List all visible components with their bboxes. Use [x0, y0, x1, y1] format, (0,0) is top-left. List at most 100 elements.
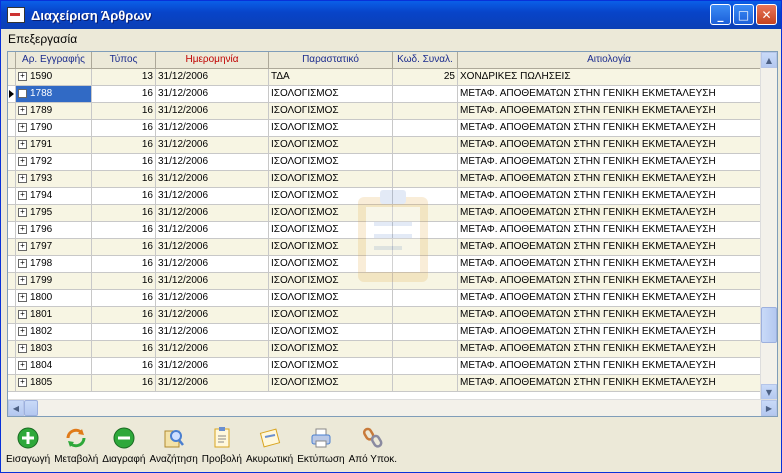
cell-description[interactable]: ΜΕΤΑΦ. ΑΠΟΘΕΜΑΤΩΝ ΣΤΗΝ ΓΕΝΙΚΗ ΕΚΜΕΤΑΛΕΥΣ… — [458, 103, 761, 120]
cell-id[interactable]: +1805 — [16, 375, 92, 392]
title-bar[interactable]: Διαχείριση Άρθρων _ □ ✕ — [1, 1, 781, 29]
cell-code[interactable] — [393, 154, 458, 171]
cell-description[interactable]: ΜΕΤΑΦ. ΑΠΟΘΕΜΑΤΩΝ ΣΤΗΝ ΓΕΝΙΚΗ ΕΚΜΕΤΑΛΕΥΣ… — [458, 256, 761, 273]
cell-description[interactable]: ΜΕΤΑΦ. ΑΠΟΘΕΜΑΤΩΝ ΣΤΗΝ ΓΕΝΙΚΗ ΕΚΜΕΤΑΛΕΥΣ… — [458, 341, 761, 358]
expand-icon[interactable]: + — [18, 88, 27, 98]
cell-date[interactable]: 31/12/2006 — [156, 341, 269, 358]
cell-code[interactable] — [393, 120, 458, 137]
cell-document[interactable]: ΙΣΟΛΟΓΙΣΜΟΣ — [269, 154, 393, 171]
cell-document[interactable]: ΙΣΟΛΟΓΙΣΜΟΣ — [269, 358, 393, 375]
cell-code[interactable] — [393, 86, 458, 103]
cell-type[interactable]: 16 — [92, 205, 156, 222]
cell-description[interactable]: ΜΕΤΑΦ. ΑΠΟΘΕΜΑΤΩΝ ΣΤΗΝ ΓΕΝΙΚΗ ΕΚΜΕΤΑΛΕΥΣ… — [458, 307, 761, 324]
cell-id[interactable]: +1789 — [16, 103, 92, 120]
cell-code[interactable]: 25 — [393, 69, 458, 86]
table-row[interactable]: +1790 16 31/12/2006 ΙΣΟΛΟΓΙΣΜΟΣ ΜΕΤΑΦ. ΑΠΟΘΕ… — [8, 120, 761, 137]
expand-icon[interactable]: + — [18, 122, 27, 132]
scroll-down-icon[interactable]: ▼ — [761, 384, 777, 400]
cell-code[interactable] — [393, 307, 458, 324]
table-row[interactable]: +1590 13 31/12/2006 ΤΔΑ 25 ΧΟΝΔΡΙΚΕΣ ΠΩΛΗΣΕΙΣ — [8, 69, 761, 86]
column-header-id[interactable]: Αρ. Εγγραφής — [16, 52, 92, 68]
scroll-left-icon[interactable]: ◀ — [8, 400, 24, 416]
cell-type[interactable]: 16 — [92, 273, 156, 290]
cell-document[interactable]: ΤΔΑ — [269, 69, 393, 86]
table-row[interactable]: +1804 16 31/12/2006 ΙΣΟΛΟΓΙΣΜΟΣ ΜΕΤΑΦ. ΑΠΟΘΕ… — [8, 358, 761, 375]
table-row[interactable]: +1802 16 31/12/2006 ΙΣΟΛΟΓΙΣΜΟΣ ΜΕΤΑΦ. ΑΠΟΘΕ… — [8, 324, 761, 341]
cell-document[interactable]: ΙΣΟΛΟΓΙΣΜΟΣ — [269, 86, 393, 103]
expand-icon[interactable]: + — [18, 326, 27, 336]
cell-description[interactable]: ΜΕΤΑΦ. ΑΠΟΘΕΜΑΤΩΝ ΣΤΗΝ ΓΕΝΙΚΗ ΕΚΜΕΤΑΛΕΥΣ… — [458, 86, 761, 103]
expand-icon[interactable]: + — [18, 241, 27, 251]
column-header-document[interactable]: Παραστατικό — [269, 52, 393, 68]
toolbar-button-link[interactable]: Από Υποκ. — [349, 421, 397, 471]
cell-date[interactable]: 31/12/2006 — [156, 188, 269, 205]
cell-date[interactable]: 31/12/2006 — [156, 273, 269, 290]
cell-type[interactable]: 16 — [92, 375, 156, 392]
toolbar-button-refresh[interactable]: Μεταβολή — [54, 421, 98, 471]
cell-date[interactable]: 31/12/2006 — [156, 154, 269, 171]
cell-description[interactable]: ΜΕΤΑΦ. ΑΠΟΘΕΜΑΤΩΝ ΣΤΗΝ ΓΕΝΙΚΗ ΕΚΜΕΤΑΛΕΥΣ… — [458, 273, 761, 290]
close-button[interactable]: ✕ — [756, 4, 777, 25]
cell-type[interactable]: 16 — [92, 222, 156, 239]
cell-type[interactable]: 16 — [92, 256, 156, 273]
cell-date[interactable]: 31/12/2006 — [156, 222, 269, 239]
cell-type[interactable]: 16 — [92, 290, 156, 307]
vertical-scroll-thumb[interactable] — [761, 307, 777, 343]
cell-date[interactable]: 31/12/2006 — [156, 375, 269, 392]
expand-icon[interactable]: + — [18, 173, 27, 183]
expand-icon[interactable]: + — [18, 343, 27, 353]
cell-code[interactable] — [393, 290, 458, 307]
table-row[interactable]: +1800 16 31/12/2006 ΙΣΟΛΟΓΙΣΜΟΣ ΜΕΤΑΦ. ΑΠΟΘΕ… — [8, 290, 761, 307]
cell-description[interactable]: ΜΕΤΑΦ. ΑΠΟΘΕΜΑΤΩΝ ΣΤΗΝ ΓΕΝΙΚΗ ΕΚΜΕΤΑΛΕΥΣ… — [458, 154, 761, 171]
cell-date[interactable]: 31/12/2006 — [156, 86, 269, 103]
cell-document[interactable]: ΙΣΟΛΟΓΙΣΜΟΣ — [269, 103, 393, 120]
cell-code[interactable] — [393, 341, 458, 358]
cell-id[interactable]: +1798 — [16, 256, 92, 273]
cell-type[interactable]: 16 — [92, 239, 156, 256]
cell-description[interactable]: ΜΕΤΑΦ. ΑΠΟΘΕΜΑΤΩΝ ΣΤΗΝ ΓΕΝΙΚΗ ΕΚΜΕΤΑΛΕΥΣ… — [458, 239, 761, 256]
cell-date[interactable]: 31/12/2006 — [156, 256, 269, 273]
cell-description[interactable]: ΧΟΝΔΡΙΚΕΣ ΠΩΛΗΣΕΙΣ — [458, 69, 761, 86]
cell-id[interactable]: +1802 — [16, 324, 92, 341]
expand-icon[interactable]: + — [18, 292, 27, 302]
cell-type[interactable]: 16 — [92, 103, 156, 120]
toolbar-button-cancel-doc[interactable]: Ακυρωτική — [246, 421, 293, 471]
expand-icon[interactable]: + — [18, 224, 27, 234]
cell-date[interactable]: 31/12/2006 — [156, 120, 269, 137]
table-row[interactable]: +1791 16 31/12/2006 ΙΣΟΛΟΓΙΣΜΟΣ ΜΕΤΑΦ. ΑΠΟΘΕ… — [8, 137, 761, 154]
toolbar-button-view[interactable]: Προβολή — [202, 421, 242, 471]
cell-code[interactable] — [393, 358, 458, 375]
cell-type[interactable]: 16 — [92, 307, 156, 324]
cell-code[interactable] — [393, 375, 458, 392]
cell-id[interactable]: +1797 — [16, 239, 92, 256]
table-row[interactable]: +1805 16 31/12/2006 ΙΣΟΛΟΓΙΣΜΟΣ ΜΕΤΑΦ. ΑΠΟΘΕ… — [8, 375, 761, 392]
cell-id[interactable]: +1799 — [16, 273, 92, 290]
cell-date[interactable]: 31/12/2006 — [156, 239, 269, 256]
column-header-description[interactable]: Αιτιολογία — [458, 52, 761, 68]
table-row[interactable]: +1803 16 31/12/2006 ΙΣΟΛΟΓΙΣΜΟΣ ΜΕΤΑΦ. ΑΠΟΘΕ… — [8, 341, 761, 358]
cell-document[interactable]: ΙΣΟΛΟΓΙΣΜΟΣ — [269, 120, 393, 137]
cell-id[interactable]: +1792 — [16, 154, 92, 171]
cell-date[interactable]: 31/12/2006 — [156, 137, 269, 154]
cell-id[interactable]: +1801 — [16, 307, 92, 324]
toolbar-button-remove[interactable]: Διαγραφή — [102, 421, 145, 471]
table-row[interactable]: +1801 16 31/12/2006 ΙΣΟΛΟΓΙΣΜΟΣ ΜΕΤΑΦ. ΑΠΟΘΕ… — [8, 307, 761, 324]
cell-description[interactable]: ΜΕΤΑΦ. ΑΠΟΘΕΜΑΤΩΝ ΣΤΗΝ ΓΕΝΙΚΗ ΕΚΜΕΤΑΛΕΥΣ… — [458, 290, 761, 307]
cell-description[interactable]: ΜΕΤΑΦ. ΑΠΟΘΕΜΑΤΩΝ ΣΤΗΝ ΓΕΝΙΚΗ ΕΚΜΕΤΑΛΕΥΣ… — [458, 375, 761, 392]
cell-date[interactable]: 31/12/2006 — [156, 307, 269, 324]
table-row[interactable]: +1788 16 31/12/2006 ΙΣΟΛΟΓΙΣΜΟΣ ΜΕΤΑΦ. ΑΠΟΘΕ… — [8, 86, 761, 103]
cell-type[interactable]: 16 — [92, 358, 156, 375]
cell-id[interactable]: +1791 — [16, 137, 92, 154]
cell-type[interactable]: 16 — [92, 154, 156, 171]
cell-date[interactable]: 31/12/2006 — [156, 358, 269, 375]
cell-description[interactable]: ΜΕΤΑΦ. ΑΠΟΘΕΜΑΤΩΝ ΣΤΗΝ ΓΕΝΙΚΗ ΕΚΜΕΤΑΛΕΥΣ… — [458, 171, 761, 188]
cell-type[interactable]: 16 — [92, 188, 156, 205]
cell-description[interactable]: ΜΕΤΑΦ. ΑΠΟΘΕΜΑΤΩΝ ΣΤΗΝ ΓΕΝΙΚΗ ΕΚΜΕΤΑΛΕΥΣ… — [458, 324, 761, 341]
cell-date[interactable]: 31/12/2006 — [156, 290, 269, 307]
expand-icon[interactable]: + — [18, 309, 27, 319]
cell-id[interactable]: +1590 — [16, 69, 92, 86]
cell-date[interactable]: 31/12/2006 — [156, 103, 269, 120]
cell-date[interactable]: 31/12/2006 — [156, 205, 269, 222]
cell-document[interactable]: ΙΣΟΛΟΓΙΣΜΟΣ — [269, 375, 393, 392]
expand-icon[interactable]: + — [18, 105, 27, 115]
